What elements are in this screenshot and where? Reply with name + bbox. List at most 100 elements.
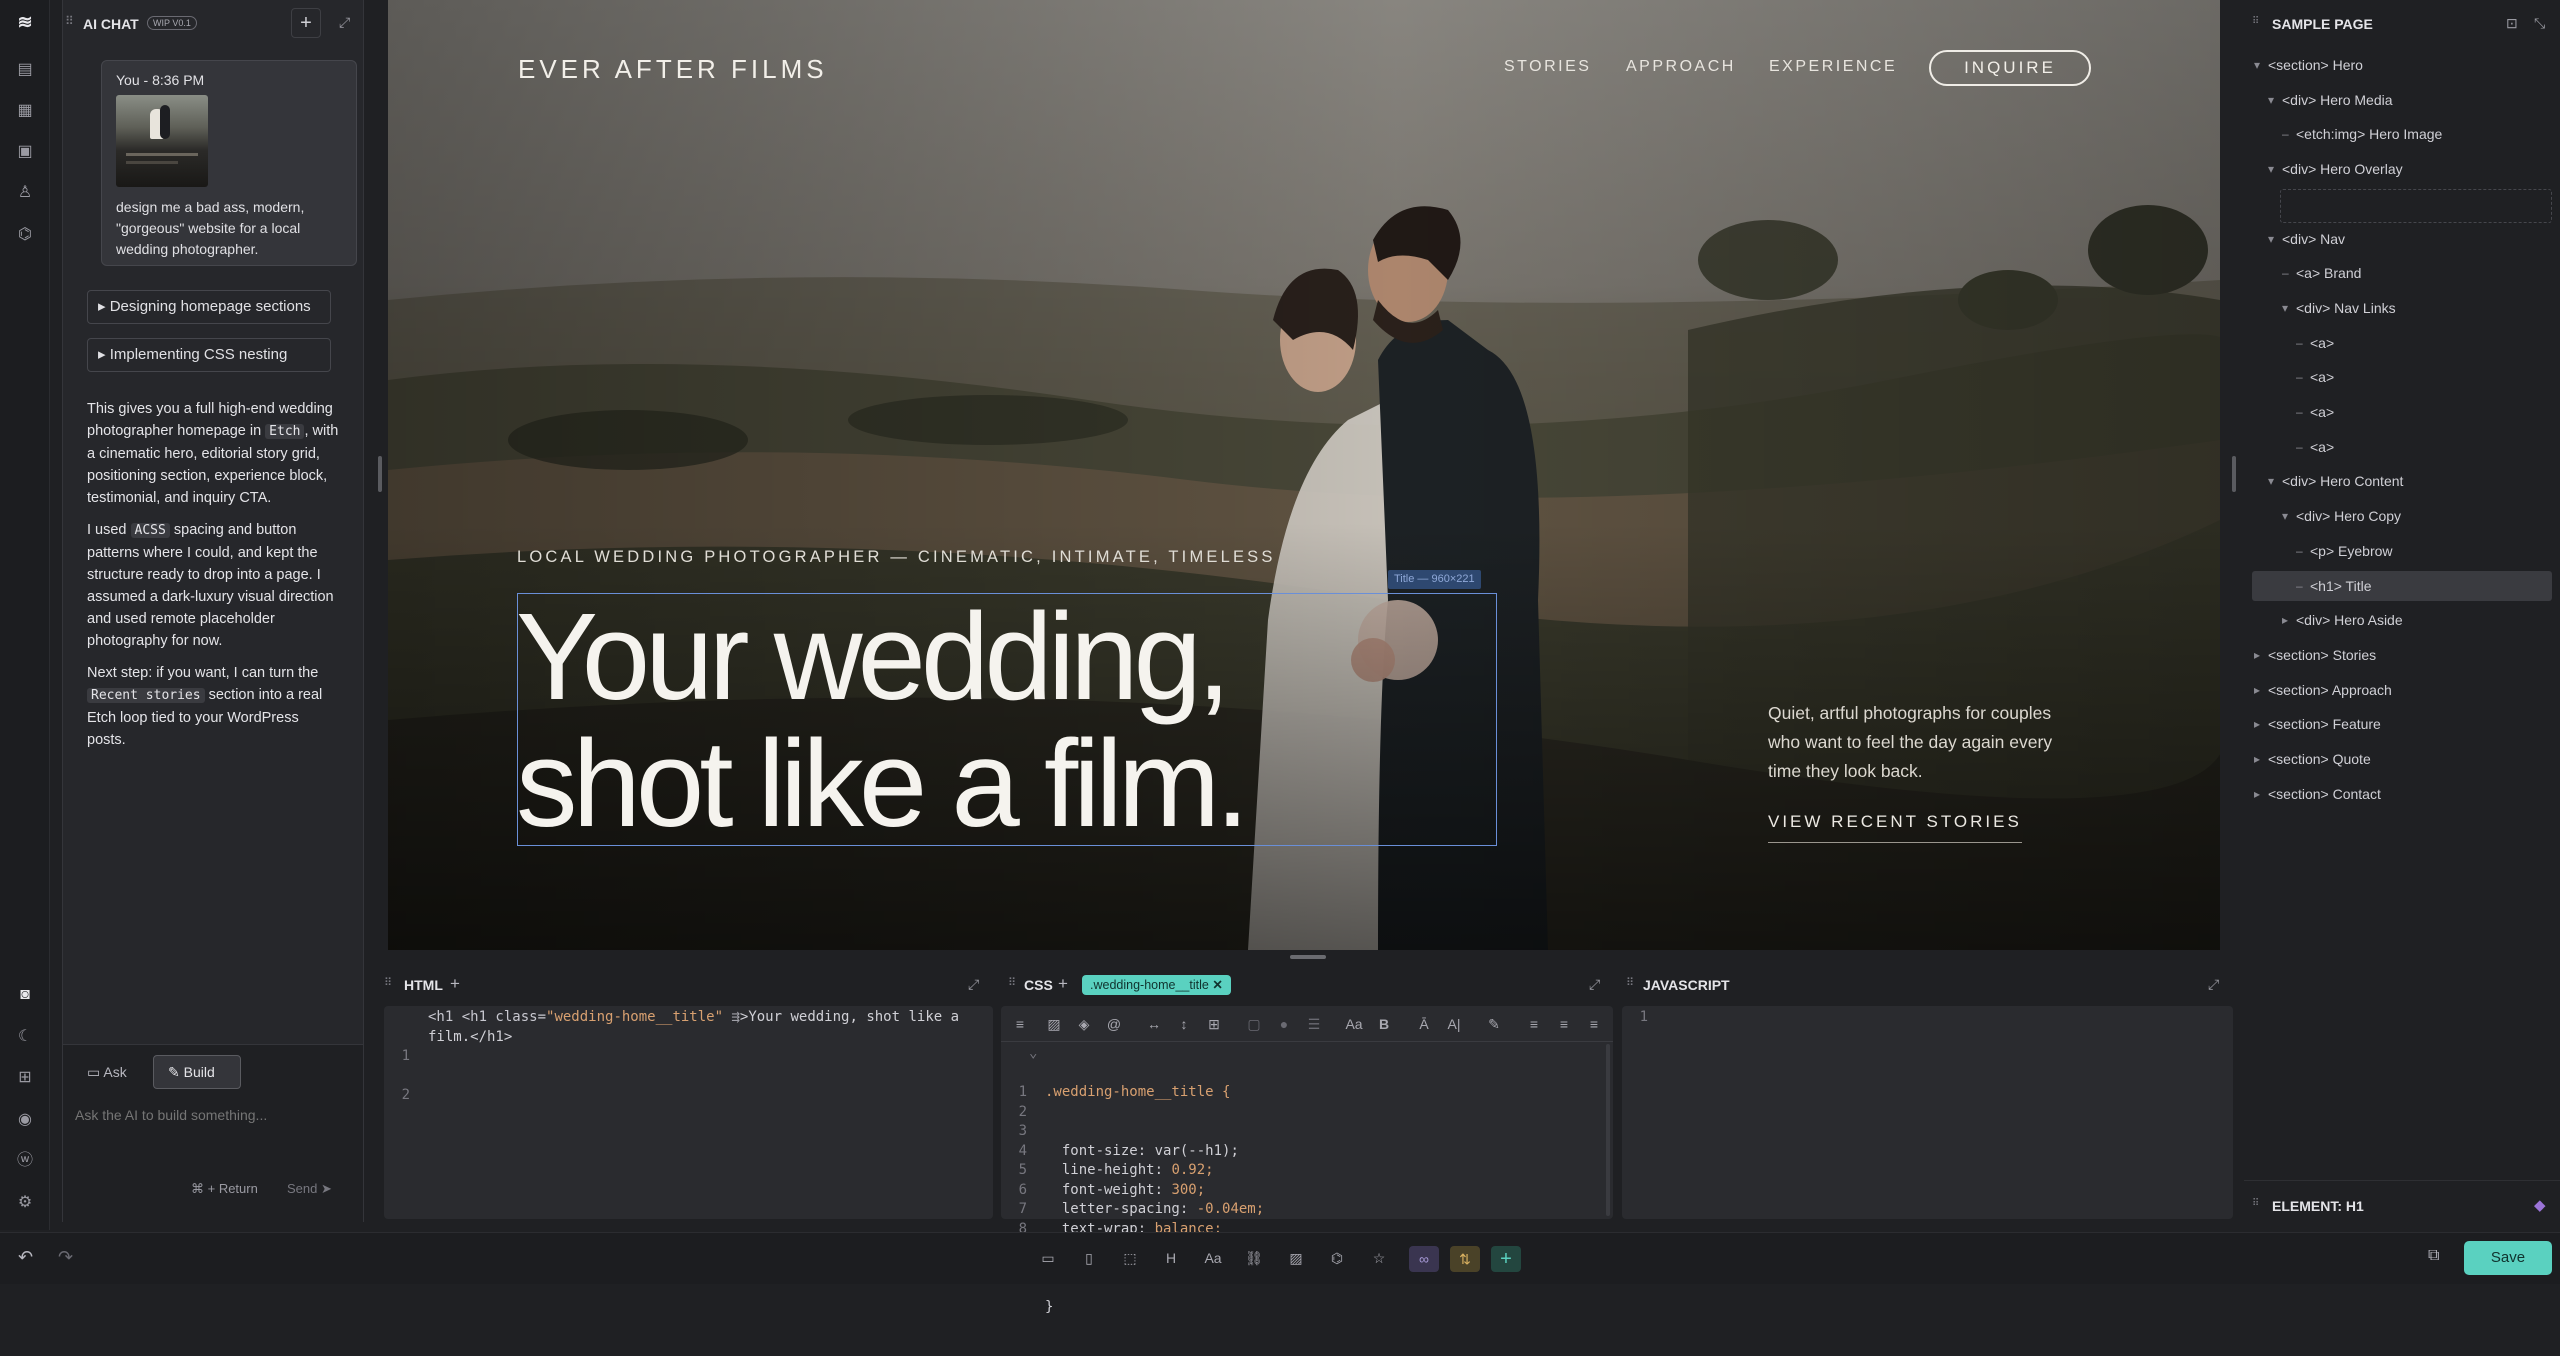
letter-spacing-icon[interactable]: A| [1443, 1013, 1465, 1035]
tree-toggle-chevron-icon[interactable]: ▾ [2268, 85, 2274, 115]
step-designing-homepage[interactable]: ▸ Designing homepage sections [87, 290, 331, 324]
settings-gear-icon[interactable]: ⚙ [15, 1193, 35, 1213]
save-button[interactable]: Save [2464, 1241, 2552, 1275]
tree-toggle-chevron-icon[interactable]: ▸ [2282, 605, 2288, 635]
site-preview-canvas[interactable]: EVER AFTER FILMS STORIES APPROACH EXPERI… [388, 0, 2220, 950]
tree-row[interactable] [2280, 188, 2552, 223]
tree-toggle-chevron-icon[interactable]: ▾ [2282, 501, 2288, 531]
tree-toggle-chevron-icon[interactable]: ▸ [2254, 744, 2260, 774]
drag-handle-icon[interactable]: ⠿ [65, 14, 74, 28]
drag-handle-icon[interactable]: ⠿ [1008, 976, 1016, 989]
scrollbar[interactable] [1606, 1044, 1610, 1216]
tree-toggle-chevron-icon[interactable]: ▸ [2254, 779, 2260, 809]
tree-toggle-chevron-icon[interactable]: ▸ [2254, 675, 2260, 705]
page-settings-icon[interactable]: ⊡ [2506, 15, 2518, 32]
border-icon[interactable]: ☰ [1303, 1013, 1325, 1035]
hero-eyebrow[interactable]: LOCAL WEDDING PHOTOGRAPHER — CINEMATIC, … [517, 548, 1276, 567]
remove-class-icon[interactable]: ✕ [1212, 978, 1222, 992]
css-code[interactable]: .wedding-home__title { font-size: var(--… [1045, 1044, 1264, 1356]
collapse-icon[interactable]: ⤡ [2534, 15, 2545, 32]
drag-handle-icon[interactable]: ⠿ [2252, 1198, 2259, 1209]
tree-toggle-chevron-icon[interactable]: ▾ [2268, 154, 2274, 184]
expand-html-icon[interactable]: ⤢ [968, 976, 979, 993]
layout-icon[interactable]: ▦ [15, 101, 35, 121]
canvas-resize-handle[interactable] [1290, 955, 1326, 959]
tree-row[interactable]: ▸ <div> Hero Aside [2252, 605, 2552, 635]
media-icon[interactable]: ▣ [15, 142, 35, 162]
link-block-icon[interactable]: ⛓ [1243, 1247, 1265, 1269]
tree-row[interactable]: – <a> [2252, 328, 2552, 358]
tree-row[interactable]: ▸ <section> Stories [2252, 640, 2552, 670]
tree-row[interactable]: ▾ <section> Hero [2252, 50, 2552, 80]
image-block-icon[interactable]: ▨ [1285, 1247, 1307, 1269]
step-implementing-css[interactable]: ▸ Implementing CSS nesting [87, 338, 331, 372]
tree-row[interactable]: – <etch:img> Hero Image [2252, 119, 2552, 149]
tree-toggle-chevron-icon[interactable]: ▾ [2268, 466, 2274, 496]
svg-block-icon[interactable]: ⌬ [1326, 1247, 1348, 1269]
ask-mode-button[interactable]: ▭ Ask [75, 1055, 141, 1089]
condition-block-icon[interactable]: ⇅ [1450, 1246, 1480, 1272]
structure-icon[interactable]: ⊞ [15, 1068, 35, 1088]
tree-toggle-chevron-icon[interactable]: ▾ [2268, 224, 2274, 254]
padding-icon[interactable]: ▢ [1243, 1013, 1265, 1035]
expand-icon[interactable]: ⤢ [339, 14, 350, 31]
build-mode-button[interactable]: ✎ Build [153, 1055, 241, 1089]
tree-toggle-chevron-icon[interactable]: ▸ [2254, 709, 2260, 739]
nav-link-stories[interactable]: STORIES [1504, 58, 1591, 76]
expand-css-icon[interactable]: ⤢ [1589, 976, 1600, 993]
components-icon[interactable]: ♙ [15, 183, 35, 203]
preview-eye-icon[interactable]: ◉ [15, 1110, 35, 1130]
javascript-editor[interactable]: 1 [1622, 1006, 2233, 1219]
tree-row[interactable]: – <p> Eyebrow [2252, 536, 2552, 566]
add-html-button[interactable]: + [450, 974, 460, 994]
undo-icon[interactable]: ↶ [18, 1247, 33, 1268]
tree-row[interactable]: – <h1> Title [2252, 570, 2552, 601]
chat-input[interactable] [75, 1101, 351, 1129]
tree-toggle-chevron-icon[interactable]: ▾ [2254, 50, 2260, 80]
drag-handle-icon[interactable]: ⠿ [2252, 16, 2259, 27]
tree-row[interactable]: ▸ <section> Feature [2252, 709, 2552, 739]
attached-screenshot-thumbnail[interactable] [116, 95, 208, 187]
tree-row[interactable]: ▾ <div> Nav Links [2252, 293, 2552, 323]
send-button[interactable]: Send ➤ [287, 1181, 332, 1197]
tree-toggle-chevron-icon[interactable]: ▾ [2282, 293, 2288, 323]
expand-js-icon[interactable]: ⤢ [2208, 976, 2219, 993]
text-transform-icon[interactable]: Ā [1413, 1013, 1435, 1035]
wordpress-icon[interactable]: ⓦ [15, 1151, 35, 1171]
format-icon[interactable]: ≡ [1009, 1013, 1031, 1035]
color-picker-icon[interactable]: ✎ [1483, 1013, 1505, 1035]
tree-row[interactable]: ▾ <div> Hero Content [2252, 466, 2552, 496]
pages-icon[interactable]: ▤ [15, 60, 35, 80]
container-block-icon[interactable]: ▯ [1078, 1247, 1100, 1269]
nav-link-approach[interactable]: APPROACH [1626, 58, 1736, 76]
ai-chat-icon[interactable]: ◙ [15, 985, 35, 1005]
open-external-icon[interactable]: ⧉ [2428, 1247, 2439, 1265]
theme-moon-icon[interactable]: ☾ [15, 1027, 35, 1047]
css-editor[interactable]: ≡ ▨ ◈ @ ↔ ↕ ⊞ ▢ ● ☰ Aa B Ā A| ✎ ≡ ≡ ≡ 12… [1001, 1006, 1613, 1315]
grid-icon[interactable]: ⊞ [1203, 1013, 1225, 1035]
fold-chevron-icon[interactable]: ⌄ [1029, 1044, 1037, 1064]
align-center-icon[interactable]: ≡ [1553, 1013, 1575, 1035]
resize-handle[interactable] [2232, 456, 2236, 492]
height-icon[interactable]: ↕ [1173, 1013, 1195, 1035]
tree-row[interactable]: ▾ <div> Nav [2252, 224, 2552, 254]
section-block-icon[interactable]: ▭ [1037, 1247, 1059, 1269]
drag-handle-icon[interactable]: ⠿ [1626, 976, 1634, 989]
align-left-icon[interactable]: ≡ [1523, 1013, 1545, 1035]
resize-handle[interactable] [378, 456, 382, 492]
div-block-icon[interactable]: ⬚ [1119, 1247, 1141, 1269]
at-rule-icon[interactable]: @ [1103, 1013, 1125, 1035]
nav-link-experience[interactable]: EXPERIENCE [1769, 58, 1897, 76]
tree-row[interactable]: ▾ <div> Hero Overlay [2252, 154, 2552, 184]
align-right-icon[interactable]: ≡ [1583, 1013, 1605, 1035]
filter-icon[interactable]: ◈ [1073, 1013, 1095, 1035]
tree-row[interactable]: – <a> [2252, 432, 2552, 462]
tree-toggle-chevron-icon[interactable]: ▸ [2254, 640, 2260, 670]
component-diamond-icon[interactable]: ◆ [2534, 1196, 2546, 1214]
html-editor[interactable]: 12 <h1 <h1 class="wedding-home__title" ⇶… [384, 1006, 993, 1219]
hero-title[interactable]: Your wedding, shot like a film. [516, 594, 1496, 848]
html-code[interactable]: <h1 <h1 class="wedding-home__title" ⇶>Yo… [428, 1008, 959, 1047]
drag-handle-icon[interactable]: ⠿ [384, 976, 392, 989]
tree-row[interactable]: ▸ <section> Approach [2252, 675, 2552, 705]
typography-icon[interactable]: Aa [1343, 1013, 1365, 1035]
